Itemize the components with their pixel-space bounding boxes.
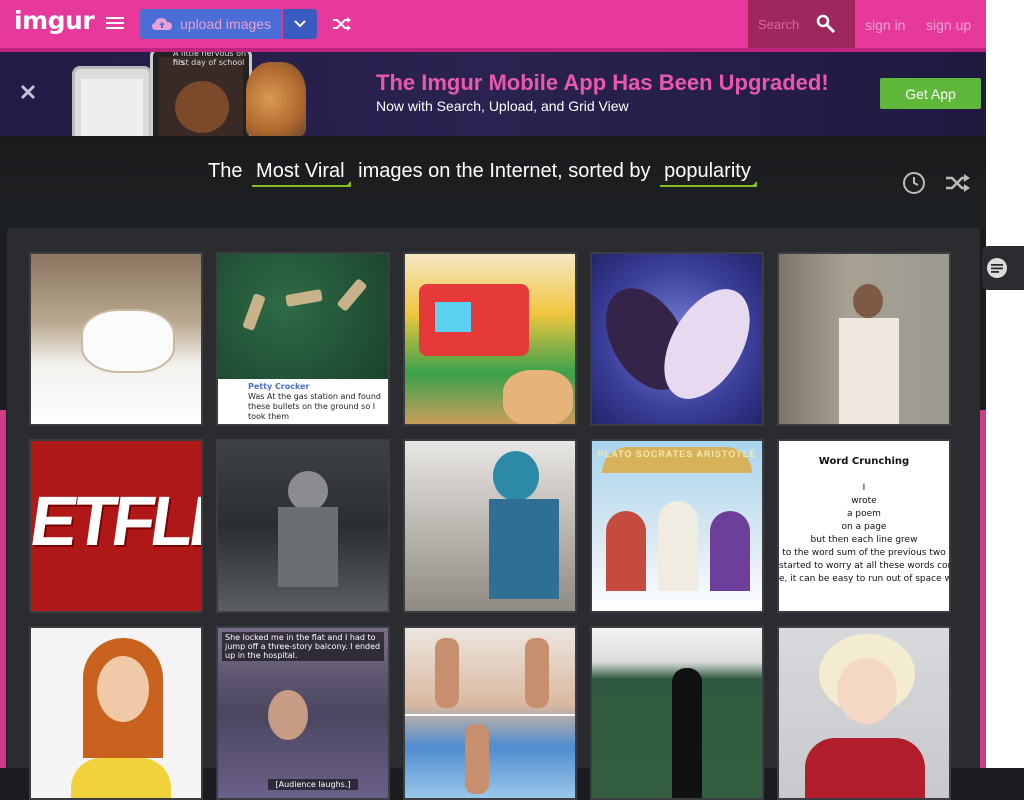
sign-up-link[interactable]: sign up: [926, 17, 971, 33]
image-gallery-grid: Petty Crocker Was At the gas station and…: [7, 228, 980, 800]
gallery-thumb[interactable]: [777, 252, 951, 426]
comment-bubble-icon: [987, 258, 1007, 278]
gallery-thumb[interactable]: [29, 252, 203, 426]
netflix-logo-text: ETFLIX: [29, 482, 203, 560]
poem-line: on a page: [841, 522, 887, 532]
caption-text: Was At the gas station and found these b…: [248, 392, 381, 421]
phone-screen-text: first day of school: [173, 58, 245, 67]
poem-line: a poem: [847, 509, 881, 519]
page-gutter: [986, 0, 1024, 768]
caption-author: Petty Crocker: [248, 382, 310, 391]
phone-image: A little nervous on his first day of sch…: [150, 52, 252, 136]
hamburger-menu-icon[interactable]: [106, 16, 124, 30]
sort-order-selector[interactable]: popularity: [660, 160, 757, 187]
gallery-thumb[interactable]: [29, 626, 203, 800]
dog-photo: [175, 81, 229, 133]
upload-dropdown-button[interactable]: [283, 9, 317, 39]
search-icon[interactable]: [816, 14, 836, 34]
poem-line: started to worry at all these words comi…: [779, 561, 949, 571]
gallery-thumb[interactable]: PLATO SOCRATES ARISTOTLE: [590, 439, 764, 613]
gallery-thumb[interactable]: [590, 252, 764, 426]
gallery-thumb[interactable]: [403, 439, 577, 613]
gallery-thumb[interactable]: [216, 439, 390, 613]
sort-sentence: The Most Viral images on the Internet, s…: [208, 160, 759, 187]
gallery-thumb[interactable]: ETFLIX: [29, 439, 203, 613]
poem-line: e, it can be easy to run out of space wh…: [779, 574, 949, 584]
search-input[interactable]: Search: [748, 0, 855, 48]
top-navbar: imgur upload images Search sign in sign …: [0, 0, 986, 52]
cat-photo: [246, 62, 306, 136]
poem-text: Word Crunching I wrote a poem on a page …: [779, 455, 949, 586]
close-icon[interactable]: [20, 84, 36, 100]
thumb-caption: Petty Crocker Was At the gas station and…: [218, 379, 388, 424]
poem-line: but then each line grew: [810, 535, 918, 545]
poem-line: I: [862, 483, 866, 493]
pink-side-strip: [0, 410, 6, 768]
mobile-app-promo-banner: A little nervous on his first day of sch…: [0, 52, 986, 136]
upload-cloud-icon: [152, 18, 172, 30]
imgur-logo[interactable]: imgur: [14, 6, 95, 35]
get-app-button[interactable]: Get App: [880, 78, 981, 109]
sort-middle-text: images on the Internet, sorted by: [358, 160, 651, 182]
meme-caption-top: She locked me in the flat and I had to j…: [222, 632, 384, 661]
poem-title: Word Crunching: [818, 456, 910, 467]
chevron-down-icon: [294, 20, 306, 28]
random-shuffle-icon[interactable]: [333, 16, 351, 32]
comments-tab[interactable]: [982, 246, 1024, 290]
philosophers-sign-text: PLATO SOCRATES ARISTOTLE: [597, 449, 757, 459]
random-shuffle-icon[interactable]: [946, 174, 970, 192]
gallery-thumb[interactable]: She locked me in the flat and I had to j…: [216, 626, 390, 800]
banner-title: The Imgur Mobile App Has Been Upgraded!: [376, 70, 829, 95]
poem-line: to the word sum of the previous two: [782, 548, 946, 558]
meme-caption-bottom: [Audience laughs.]: [268, 779, 358, 790]
banner-subtitle: Now with Search, Upload, and Grid View: [376, 98, 629, 114]
upload-label: upload images: [180, 16, 272, 32]
gallery-thumb[interactable]: [777, 626, 951, 800]
search-placeholder: Search: [758, 17, 800, 32]
gallery-thumb[interactable]: [403, 252, 577, 426]
clock-icon[interactable]: [902, 171, 926, 195]
gallery-thumb[interactable]: [403, 626, 577, 800]
sign-in-link[interactable]: sign in: [865, 17, 905, 33]
sort-prefix: The: [208, 160, 243, 182]
gallery-thumb[interactable]: Word Crunching I wrote a poem on a page …: [777, 439, 951, 613]
gallery-thumb[interactable]: Petty Crocker Was At the gas station and…: [216, 252, 390, 426]
section-selector[interactable]: Most Viral: [252, 160, 351, 187]
poem-line: wrote: [851, 496, 877, 506]
gallery-thumb[interactable]: [590, 626, 764, 800]
phone-image: [72, 66, 152, 136]
upload-images-button[interactable]: upload images: [140, 9, 282, 39]
